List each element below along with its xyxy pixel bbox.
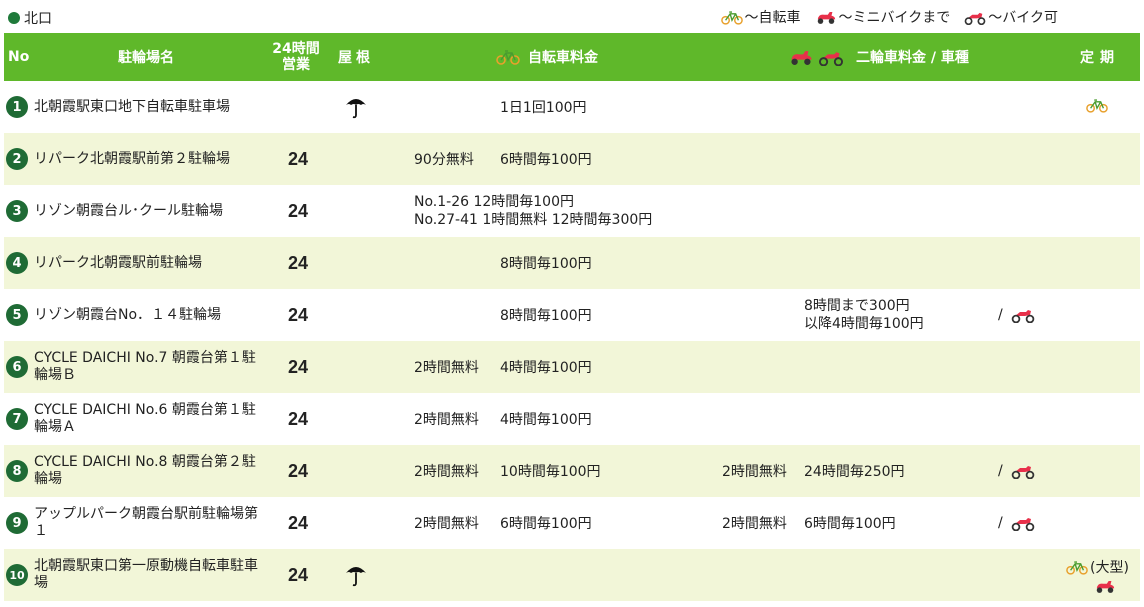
mini-bike-icon [815,10,837,25]
moto-fee: 24時間毎250円 [804,464,905,480]
bicycle-free-time: 2時間無料 [414,516,479,532]
open-24h: 24 [287,408,309,429]
open-24h: 24 [287,200,309,221]
bicycle-icon [1086,98,1108,117]
bicycle-icon [721,10,743,25]
bicycle-fee: 1日1回100円 [500,100,587,116]
parking-name: リゾン朝霞台No．１４駐輪場 [34,306,222,323]
row-number: 8 [6,460,28,482]
table-row: 10 北朝霞駅東口第一原動機自転車駐車場 24 (大型) [4,549,1140,601]
parking-name: リパーク北朝霞駅前第２駐輪場 [34,150,230,167]
umbrella-icon [344,563,368,591]
row-number: 2 [6,148,28,170]
row-number: 6 [6,356,28,378]
header-roof: 屋根 [338,50,374,66]
open-24h: 24 [287,304,309,325]
table-row: 9 アップルパーク朝霞台駅前駐輪場第１ 24 2時間無料 6時間毎100円 2時… [4,497,1140,549]
header-no: No [8,49,30,65]
parking-name: アップルパーク朝霞台駅前駐輪場第１ [34,506,258,539]
row-number: 5 [6,304,28,326]
open-24h: 24 [287,356,309,377]
table-row: 2 リパーク北朝霞駅前第２駐輪場 24 90分無料 6時間毎100円 [4,133,1140,185]
open-24h: 24 [287,148,309,169]
header-pass: 定期 [1080,50,1120,66]
moto-free-time: 2時間無料 [722,516,787,532]
moto-type: / [998,289,1035,341]
motorbike-icon [1011,463,1035,479]
bicycle-free-time: 2時間無料 [414,464,479,480]
bicycle-icon [1066,560,1088,575]
top-bar: 北口 ～自転車 ～ミニバイクまで ～バイク可 [0,0,1144,32]
legend-item-motorbike: ～バイク可 [964,7,1058,27]
bicycle-icon [496,49,520,65]
table-row: 4 リパーク北朝霞駅前駐輪場 24 8時間毎100円 [4,237,1140,289]
bicycle-free-time: 90分無料 [414,152,474,168]
table-row: 8 CYCLE DAICHI No.8 朝霞台第２駐輪場 24 2時間無料 10… [4,445,1140,497]
legend: ～自転車 ～ミニバイクまで ～バイク可 [707,7,1058,27]
mini-bike-icon [788,49,814,66]
moto-type: / [998,497,1035,549]
open-24h: 24 [287,512,309,533]
bicycle-free-time: 2時間無料 [414,412,479,428]
legend-item-bicycle: ～自転車 [721,7,801,27]
table-row: 6 CYCLE DAICHI No.7 朝霞台第１駐輪場Ｂ 24 2時間無料 4… [4,341,1140,393]
pass-info: (大型) [1066,557,1129,594]
table-row: 1 北朝霞駅東口地下自転車駐車場 1日1回100円 [4,81,1140,133]
moto-type: / [998,445,1035,497]
umbrella-icon [344,95,368,123]
header-24h: 24時間 営業 [272,41,320,73]
parking-name: CYCLE DAICHI No.6 朝霞台第１駐輪場Ａ [34,402,256,435]
parking-name: リゾン朝霞台ル･クール駐輪場 [34,202,223,219]
parking-name: リパーク北朝霞駅前駐輪場 [34,254,202,271]
row-number: 10 [6,564,28,586]
bicycle-fee: 8時間毎100円 [500,256,592,272]
bicycle-fee: 4時間毎100円 [500,412,592,428]
motorbike-icon [1011,307,1035,323]
parking-name: CYCLE DAICHI No.7 朝霞台第１駐輪場Ｂ [34,350,256,383]
table-row: 7 CYCLE DAICHI No.6 朝霞台第１駐輪場Ａ 24 2時間無料 4… [4,393,1140,445]
table-header: No 駐輪場名 24時間 営業 屋根 自転車料金 二輪車料金 / 車種 定期 [4,33,1140,81]
header-bicycle-fee: 自転車料金 [496,33,598,81]
table-row: 3 リゾン朝霞台ル･クール駐輪場 24 No.1-26 12時間毎100円 No… [4,185,1140,237]
bicycle-fee: 10時間毎100円 [500,464,601,480]
header-moto-fee: 二輪車料金 / 車種 [788,33,969,81]
row-number: 9 [6,512,28,534]
motorbike-icon [964,10,986,25]
moto-fee: 8時間まで300円 以降4時間毎100円 [804,298,924,332]
row-number: 1 [6,96,28,118]
bicycle-fee: No.1-26 12時間毎100円 No.27-41 1時間無料 12時間毎30… [414,194,653,228]
parking-list: 1 北朝霞駅東口地下自転車駐車場 1日1回100円 2 リパーク北朝霞駅前第２駐… [4,81,1140,601]
bicycle-fee: 6時間毎100円 [500,516,592,532]
motorbike-icon [1011,515,1035,531]
green-dot-icon [8,12,20,24]
open-24h: 24 [287,460,309,481]
mini-bike-icon [1094,579,1116,594]
moto-free-time: 2時間無料 [722,464,787,480]
motorbike-icon [818,49,844,66]
parking-name: 北朝霞駅東口第一原動機自転車駐車場 [34,558,258,591]
parking-name: 北朝霞駅東口地下自転車駐車場 [34,98,230,115]
area-label: 北口 [24,11,52,27]
area-heading: 北口 [8,8,52,28]
moto-fee: 6時間毎100円 [804,516,896,532]
parking-name: CYCLE DAICHI No.8 朝霞台第２駐輪場 [34,454,256,487]
open-24h: 24 [287,252,309,273]
bicycle-free-time: 2時間無料 [414,360,479,376]
table-row: 5 リゾン朝霞台No．１４駐輪場 24 8時間毎100円 8時間まで300円 以… [4,289,1140,341]
bicycle-fee: 8時間毎100円 [500,308,592,324]
header-name: 駐輪場名 [118,50,174,66]
pass-note: (大型) [1090,560,1129,576]
row-number: 3 [6,200,28,222]
legend-item-mini-bike: ～ミニバイクまで [815,7,950,27]
row-number: 7 [6,408,28,430]
bicycle-fee: 4時間毎100円 [500,360,592,376]
open-24h: 24 [287,564,309,585]
bicycle-fee: 6時間毎100円 [500,152,592,168]
row-number: 4 [6,252,28,274]
